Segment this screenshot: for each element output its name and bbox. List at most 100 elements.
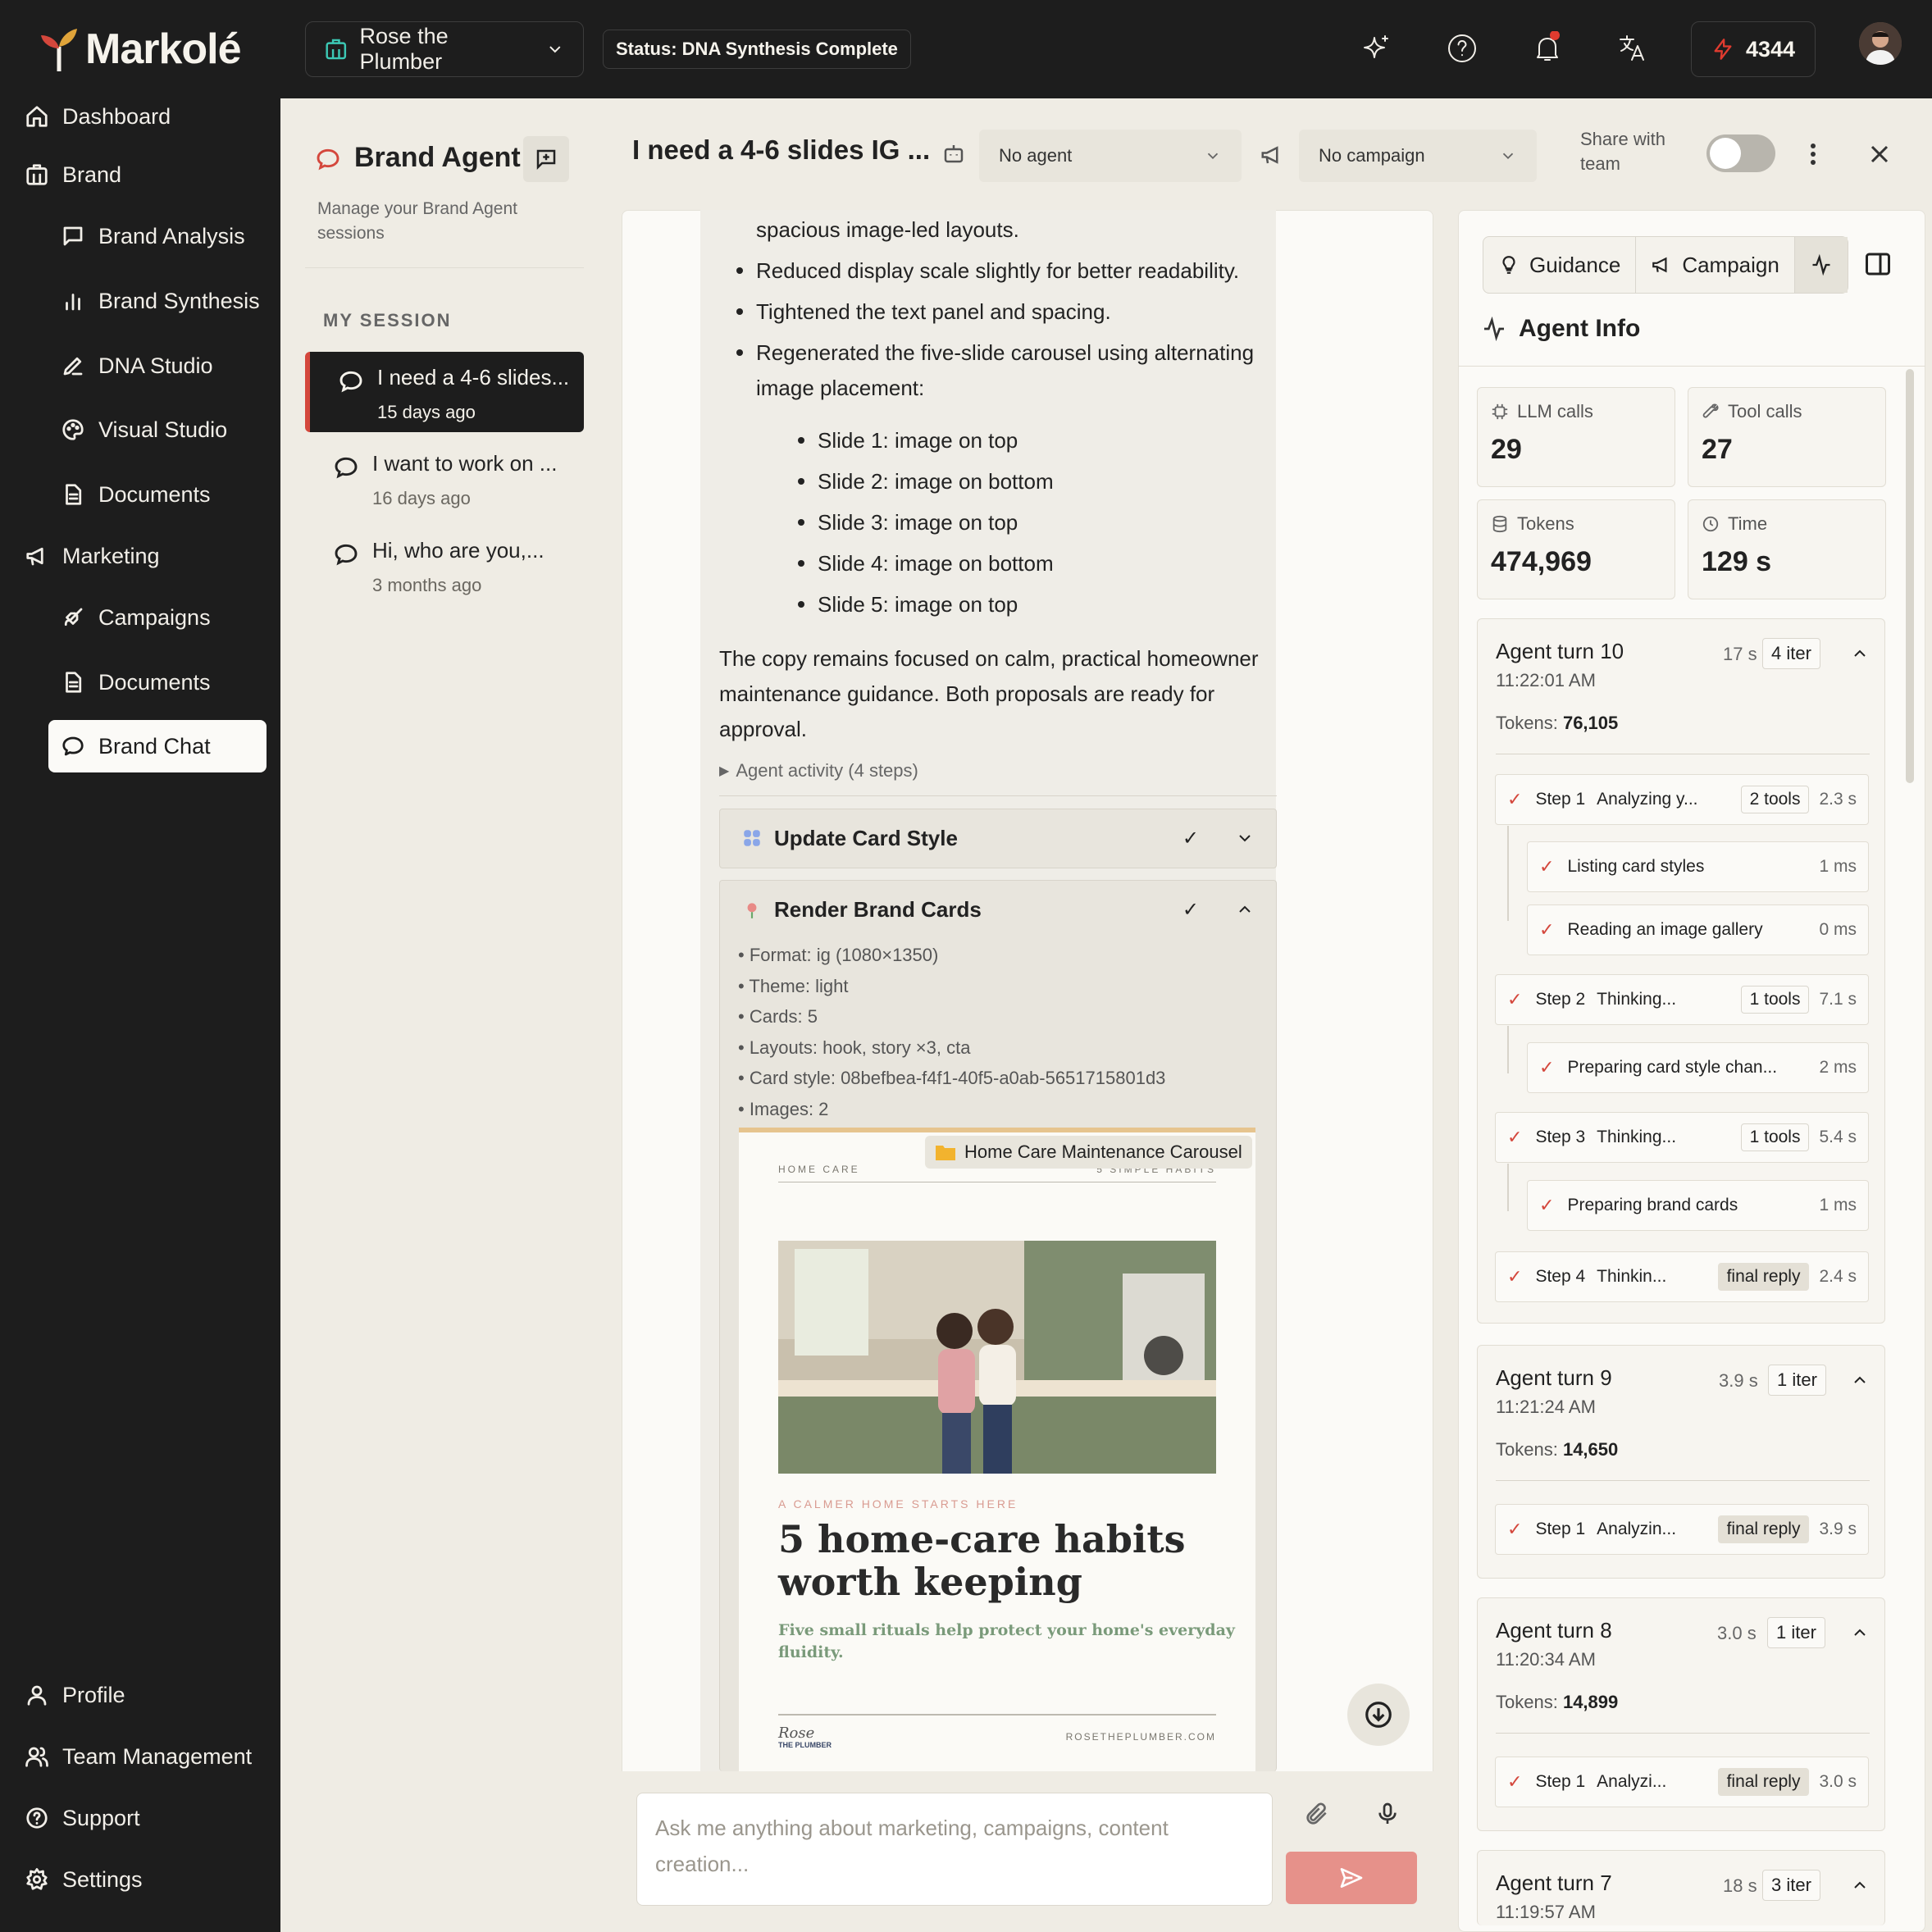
tools-badge: 1 tools: [1740, 986, 1810, 1014]
nav-marketing-documents[interactable]: Documents: [61, 656, 211, 709]
step-row[interactable]: ✓ Step 1 Analyzi... final reply 3.0 s: [1495, 1757, 1869, 1807]
kitchen-photo: [778, 1241, 1216, 1474]
new-session-button[interactable]: [523, 136, 569, 182]
chevron-up-icon[interactable]: [1850, 1875, 1870, 1895]
send-button[interactable]: [1286, 1852, 1417, 1904]
agent-select[interactable]: No agent: [979, 130, 1242, 182]
nav-dna-studio[interactable]: DNA Studio: [61, 339, 213, 392]
chevron-up-icon[interactable]: [1850, 644, 1870, 663]
translate-icon: [1620, 35, 1644, 61]
step-row[interactable]: ✓ Step 3 Thinking... 1 tools 5.4 s: [1495, 1112, 1869, 1163]
chevron-up-icon[interactable]: [1235, 900, 1255, 919]
avatar[interactable]: [1859, 22, 1902, 65]
tab-activity[interactable]: [1794, 237, 1848, 293]
nav-marketing[interactable]: Marketing: [25, 530, 160, 582]
bullet-item: Regenerated the five-slide carousel usin…: [736, 335, 1254, 371]
step-row[interactable]: ✓ Step 1 Analyzing y... 2 tools 2.3 s: [1495, 774, 1869, 825]
nav-documents[interactable]: Documents: [61, 468, 211, 521]
brand-selector[interactable]: Rose the Plumber: [305, 21, 584, 77]
tool-call-row[interactable]: ✓ Preparing card style chan... 2 ms: [1527, 1042, 1869, 1093]
file-text-icon: [66, 484, 82, 505]
final-reply-badge: final reply: [1717, 1263, 1810, 1291]
step-label: Step 4: [1535, 1267, 1586, 1286]
iter-badge: 3 iter: [1762, 1870, 1820, 1901]
notifications-button[interactable]: [1530, 31, 1565, 66]
step-connector: [1507, 1026, 1509, 1073]
message-text: image placement:: [756, 376, 925, 400]
tool-call-row[interactable]: ✓ Listing card styles 1 ms: [1527, 841, 1869, 892]
placeholder-line: creation...: [655, 1852, 750, 1876]
tool-duration: 1 ms: [1819, 1196, 1857, 1214]
session-item-active[interactable]: I need a 4-6 slides... 15 days ago: [305, 352, 584, 432]
ai-sparkle-button[interactable]: [1360, 31, 1394, 66]
scroll-down-button[interactable]: [1347, 1684, 1410, 1746]
step-row[interactable]: ✓ Step 4 Thinkin... final reply 2.4 s: [1495, 1251, 1869, 1302]
step-duration: 3.0 s: [1819, 1772, 1857, 1791]
lightbulb-icon: [1502, 256, 1515, 274]
translate-button[interactable]: [1615, 31, 1650, 66]
chat-title: I need a 4-6 slides IG ...: [632, 134, 931, 165]
nav-profile[interactable]: Profile: [25, 1669, 125, 1721]
nav-visual-studio[interactable]: Visual Studio: [61, 403, 227, 456]
nav-brand[interactable]: Brand: [25, 148, 121, 201]
session-date: 16 days ago: [372, 488, 471, 508]
nav-settings[interactable]: Settings: [25, 1853, 143, 1906]
tool-call-row[interactable]: ✓ Preparing brand cards 1 ms: [1527, 1180, 1869, 1231]
more-options-button[interactable]: [1801, 138, 1825, 171]
session-item[interactable]: I want to work on ... 16 days ago: [305, 438, 584, 518]
turn-time: 11:19:57 AM: [1496, 1902, 1596, 1922]
brand-card-preview[interactable]: HOME CARE 5 SIMPLE HABITS A CALMER HOME …: [739, 1128, 1255, 1771]
step-row[interactable]: ✓ Step 1 Analyzin... final reply 3.9 s: [1495, 1504, 1869, 1555]
tab-label: Guidance: [1529, 252, 1621, 277]
nav-label: Documents: [98, 481, 211, 507]
attach-button[interactable]: [1304, 1801, 1330, 1827]
detail-line: • Theme: light: [738, 975, 849, 996]
nav-dashboard[interactable]: Dashboard: [25, 90, 171, 143]
stat-time: Time 129 s: [1688, 499, 1886, 599]
slide-item: Slide 3: image on top: [797, 504, 1018, 540]
tool-card-update-style[interactable]: Update Card Style ✓: [719, 809, 1277, 868]
share-toggle[interactable]: [1706, 134, 1775, 172]
tab-guidance[interactable]: Guidance: [1483, 237, 1637, 293]
nav-brand-chat[interactable]: Brand Chat: [48, 720, 267, 772]
nav-brand-synthesis[interactable]: Brand Synthesis: [61, 275, 260, 327]
sprout-logo-icon: [41, 29, 77, 71]
step-row[interactable]: ✓ Step 2 Thinking... 1 tools 7.1 s: [1495, 974, 1869, 1025]
nav-campaigns[interactable]: Campaigns: [61, 591, 211, 644]
app-logo[interactable]: Markolé: [38, 25, 242, 74]
tab-campaign[interactable]: Campaign: [1636, 237, 1795, 293]
home-icon: [26, 106, 48, 127]
chevron-up-icon[interactable]: [1850, 1623, 1870, 1643]
iter-badge: 1 iter: [1768, 1365, 1826, 1396]
cpu-icon: [1492, 403, 1508, 420]
chevron-down-icon[interactable]: [1235, 828, 1255, 848]
close-button[interactable]: [1865, 139, 1894, 169]
toggle-panel-button[interactable]: [1863, 249, 1893, 279]
help-circle-icon: [1448, 34, 1476, 62]
detail-line: • Cards: 5: [738, 1006, 818, 1027]
chevron-up-icon[interactable]: [1850, 1370, 1870, 1390]
help-button[interactable]: [1445, 31, 1479, 66]
nav-support[interactable]: Support: [25, 1792, 140, 1844]
nav-brand-analysis[interactable]: Brand Analysis: [61, 210, 245, 262]
nav-label: Documents: [98, 669, 211, 695]
chat-bubble-icon: [62, 736, 84, 756]
tool-call-row[interactable]: ✓ Reading an image gallery 0 ms: [1527, 904, 1869, 955]
sidebar: Markolé Dashboard Brand Brand Analysis B…: [0, 0, 280, 1932]
session-item[interactable]: Hi, who are you,... 3 months ago: [305, 525, 584, 605]
credits-button[interactable]: 4344: [1691, 21, 1816, 77]
stat-tool-calls: Tool calls 27: [1688, 387, 1886, 487]
divider: [778, 1714, 1216, 1716]
scrollbar[interactable]: [1906, 369, 1914, 783]
campaign-select[interactable]: No campaign: [1299, 130, 1537, 182]
title-text: Agent Info: [1519, 315, 1641, 342]
nav-team-management[interactable]: Team Management: [25, 1730, 252, 1783]
microphone-button[interactable]: [1374, 1801, 1401, 1827]
nav-label: Brand: [62, 162, 122, 187]
bell-icon: [1537, 31, 1560, 61]
bullet-item: Tightened the text panel and spacing.: [736, 294, 1111, 330]
chat-input[interactable]: Ask me anything about marketing, campaig…: [636, 1793, 1273, 1906]
section-label: MY SESSION: [323, 310, 452, 330]
agent-activity-toggle[interactable]: ▶ Agent activity (4 steps): [719, 760, 918, 781]
slide-item: Slide 5: image on top: [797, 586, 1018, 622]
